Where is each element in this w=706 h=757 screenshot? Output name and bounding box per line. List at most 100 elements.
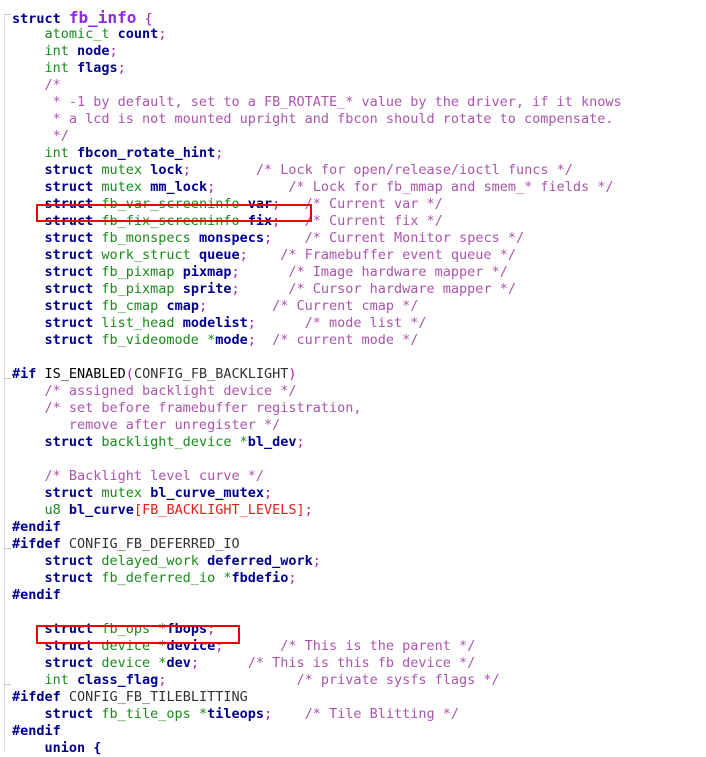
code-token: pixmap: [182, 264, 232, 280]
code-token: device *: [101, 655, 167, 671]
code-token: struct: [12, 281, 102, 297]
code-token: /* Backlight level curve */: [12, 468, 264, 484]
code-token: dev: [166, 655, 191, 671]
code-token: struct: [12, 706, 102, 722]
code-token: int: [12, 145, 78, 161]
code-token: /* set before framebuffer registration,: [12, 400, 362, 416]
code-token: struct: [12, 621, 102, 637]
code-token: mutex: [101, 162, 151, 178]
code-line: #ifdef CONFIG_FB_TILEBLITTING: [0, 689, 706, 706]
code-line: #endif: [0, 723, 706, 740]
code-token: ;: [158, 26, 167, 42]
code-token: CONFIG_FB_DEFERRED_IO: [68, 536, 240, 552]
code-line: union {: [0, 740, 706, 757]
code-token: * a lcd is not mounted upright and fbcon…: [12, 111, 614, 127]
code-token: monspecs: [198, 230, 264, 246]
code-token: deferred_work: [207, 553, 313, 569]
code-token: fb_info: [68, 8, 137, 27]
code-token: struct: [12, 247, 102, 263]
code-token: ;: [231, 264, 240, 280]
code-token: /* Current fix */: [280, 213, 443, 229]
code-token: ;: [263, 706, 273, 722]
code-token: struct: [12, 11, 69, 27]
code-token: fb_pixmap: [101, 281, 183, 297]
code-token: /* assigned backlight device */: [12, 383, 297, 399]
code-line: struct work_struct queue; /* Framebuffer…: [0, 247, 706, 264]
code-token: struct: [12, 655, 102, 671]
code-token: ;: [296, 434, 305, 450]
code-token: struct: [12, 570, 102, 586]
code-token: delayed_work: [101, 553, 208, 569]
code-line: struct backlight_device *bl_dev;: [0, 434, 706, 451]
code-token: ;: [190, 655, 199, 671]
code-line: */: [0, 128, 706, 145]
code-token: int: [12, 60, 78, 76]
code-line: struct fb_info {: [0, 8, 706, 27]
code-token: ;: [117, 60, 126, 76]
code-token: #ifdef: [12, 536, 69, 552]
code-line: struct fb_deferred_io *fbdefio;: [0, 570, 706, 587]
code-line: struct fb_cmap cmap; /* Current cmap */: [0, 298, 706, 315]
code-line: /* set before framebuffer registration,: [0, 400, 706, 417]
code-line: struct fb_monspecs monspecs; /* Current …: [0, 230, 706, 247]
code-token: int: [12, 43, 78, 59]
code-line: #ifdef CONFIG_FB_DEFERRED_IO: [0, 536, 706, 553]
code-line: int flags;: [0, 60, 706, 77]
code-line: #endif: [0, 519, 706, 536]
code-line: /* Backlight level curve */: [0, 468, 706, 485]
code-token: #endif: [12, 519, 61, 535]
code-token: ;: [304, 502, 313, 518]
code-line: struct fb_var_screeninfo var; /* Current…: [0, 196, 706, 213]
code-token: flags: [77, 60, 118, 76]
code-line: struct device *dev; /* This is this fb d…: [0, 655, 706, 672]
code-token: struct: [12, 162, 102, 178]
code-token: work_struct: [101, 247, 199, 263]
code-token: fb_tile_ops *: [101, 706, 208, 722]
code-token: int: [12, 672, 78, 688]
code-token: struct: [12, 298, 102, 314]
code-token: fbdefio: [231, 570, 289, 586]
code-token: /* Framebuffer event queue */: [247, 247, 516, 263]
code-line: struct fb_pixmap pixmap; /* Image hardwa…: [0, 264, 706, 281]
code-token: struct: [12, 332, 102, 348]
code-token: /* Lock for fb_mmap and smem_* fields */: [215, 179, 614, 195]
code-token: node: [77, 43, 110, 59]
code-token: tileops: [207, 706, 264, 722]
code-line: /*: [0, 77, 706, 94]
code-line: struct mutex mm_lock; /* Lock for fb_mma…: [0, 179, 706, 196]
code-token: ;: [109, 43, 118, 59]
code-token: struct: [12, 315, 102, 331]
code-token: ;: [207, 621, 216, 637]
code-token: FB_BACKLIGHT_LEVELS: [142, 502, 297, 518]
code-token: bl_dev: [247, 434, 297, 450]
code-token: bl_curve: [68, 502, 134, 518]
code-line: remove after unregister */: [0, 417, 706, 434]
code-token: /* Current var */: [280, 196, 443, 212]
code-token: atomic_t: [12, 26, 118, 42]
code-token: ;: [215, 145, 224, 161]
code-token: CONFIG_FB_BACKLIGHT: [133, 366, 289, 382]
code-token: */: [12, 128, 69, 144]
code-line: struct device *device; /* This is the pa…: [0, 638, 706, 655]
code-token: ;: [312, 553, 321, 569]
code-line: struct fb_fix_screeninfo fix; /* Current…: [0, 213, 706, 230]
code-token: ;: [288, 570, 297, 586]
source-code-viewer[interactable]: struct fb_info { atomic_t count; int nod…: [0, 0, 706, 756]
code-token: #ifdef: [12, 689, 69, 705]
code-token: /*: [12, 77, 61, 93]
code-line: atomic_t count;: [0, 26, 706, 43]
code-token: {: [136, 11, 153, 27]
code-token: struct: [12, 264, 102, 280]
code-token: ;: [263, 230, 273, 246]
code-token: fb_deferred_io *: [101, 570, 232, 586]
code-token: (: [125, 366, 134, 382]
code-token: fbcon_rotate_hint: [77, 145, 216, 161]
code-token: fb_monspecs: [101, 230, 199, 246]
code-token: struct: [12, 179, 102, 195]
code-token: fb_videomode *: [101, 332, 216, 348]
code-token: /* Current cmap */: [207, 298, 419, 314]
code-token: /* Tile Blitting */: [272, 706, 460, 722]
code-line: int fbcon_rotate_hint;: [0, 145, 706, 162]
code-line: #if IS_ENABLED(CONFIG_FB_BACKLIGHT): [0, 366, 706, 383]
